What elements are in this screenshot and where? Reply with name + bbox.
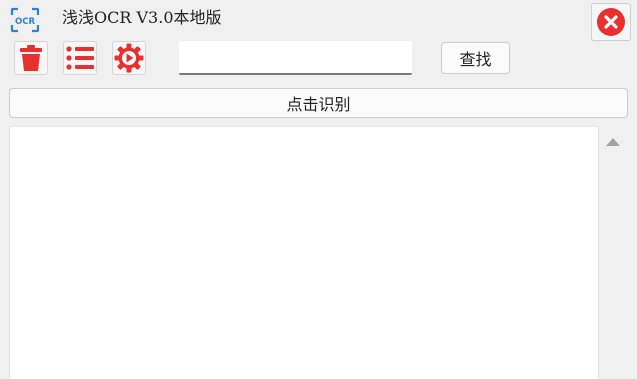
clear-button[interactable] — [14, 41, 48, 75]
find-button[interactable]: 查找 — [441, 42, 510, 74]
trash-icon — [20, 45, 42, 71]
logo-text: OCR — [15, 17, 35, 27]
close-button[interactable] — [591, 3, 631, 41]
scroll-up-arrow-icon[interactable] — [606, 138, 620, 146]
search-input[interactable] — [179, 41, 412, 75]
vertical-scrollbar[interactable] — [599, 126, 628, 379]
app-window: OCR 浅浅OCR V3.0本地版 查找 点击识别 — [0, 0, 637, 379]
settings-button[interactable] — [112, 41, 146, 75]
settings-icon — [114, 43, 144, 73]
recognize-button[interactable]: 点击识别 — [9, 88, 628, 118]
ocr-logo-icon: OCR — [10, 7, 40, 33]
result-text-area[interactable] — [9, 126, 599, 379]
list-icon — [66, 46, 94, 70]
close-icon — [597, 8, 625, 36]
list-button[interactable] — [63, 41, 97, 75]
app-title: 浅浅OCR V3.0本地版 — [62, 8, 222, 27]
